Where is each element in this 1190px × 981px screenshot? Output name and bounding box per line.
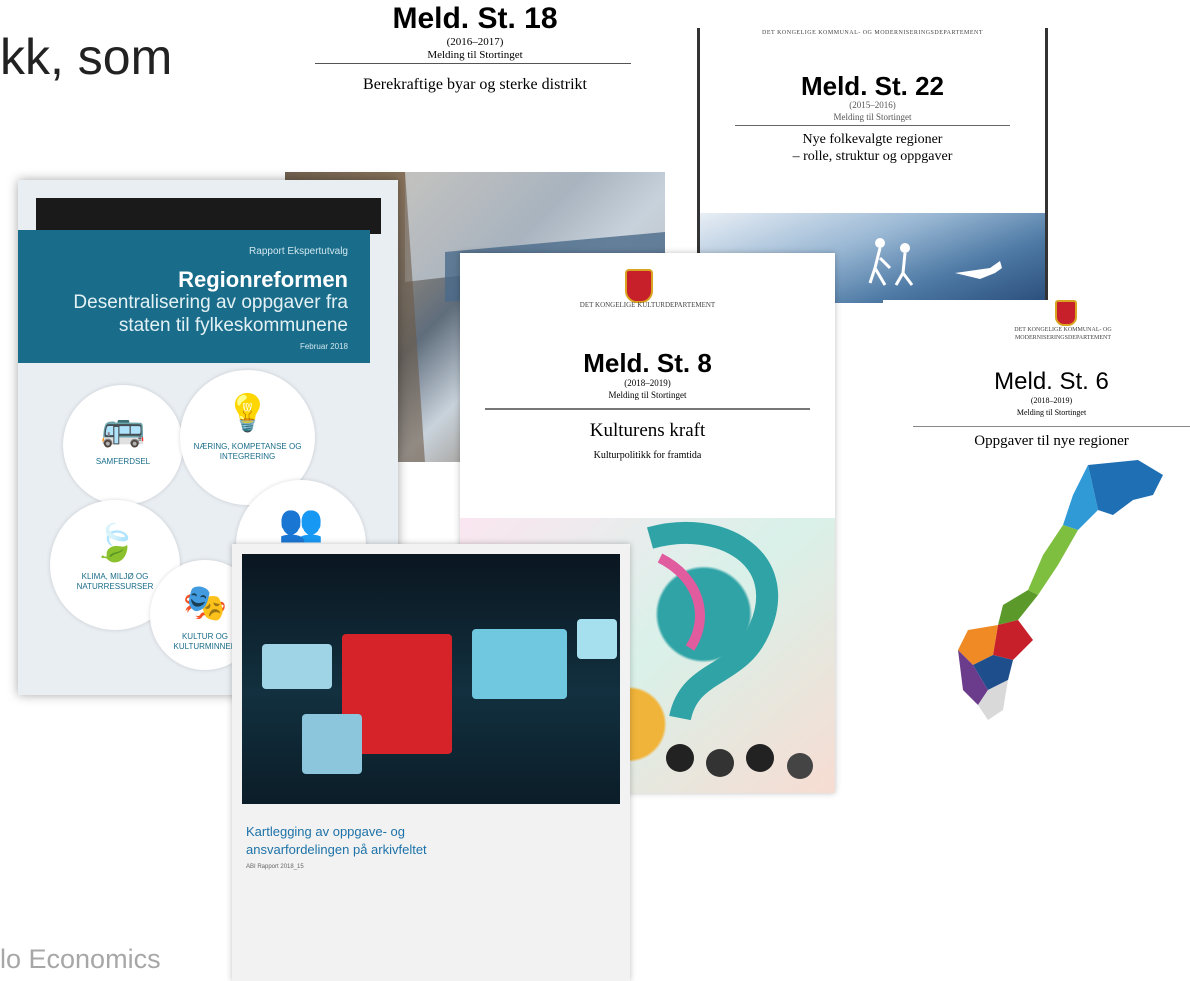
coat-of-arms-icon: [625, 269, 653, 303]
slide-title: kk, som: [0, 29, 173, 85]
report-title: Berekraftige byar og sterke distrikt: [363, 76, 587, 93]
publisher-label: Rapport Ekspertutvalg: [249, 246, 348, 257]
divider: [315, 63, 631, 64]
report-subtitle: Melding til Stortinget: [427, 49, 523, 61]
slide-footer: lo Economics: [0, 944, 161, 974]
department-label: DET KONGELIGE KULTURDEPARTEMENT: [579, 301, 716, 309]
report-title: Oppgaver til nye regioner: [974, 433, 1129, 449]
cover-meld-st-18: Meld. St. 18 (2016–2017) Melding til Sto…: [300, 0, 650, 106]
report-number: Meld. St. 22: [800, 71, 945, 101]
department-label: DET KONGELIGE KOMMUNAL- OG MODERNISERING…: [762, 30, 983, 36]
report-years: (2018–2019): [624, 378, 671, 388]
report-date: Februar 2018: [299, 342, 348, 351]
folder-icon: [577, 619, 617, 659]
report-subtitle-line2: staten til fylkeskommunene: [118, 315, 348, 336]
folders-artwork: [242, 554, 620, 804]
people-icon: 👥: [278, 502, 324, 543]
leaf-icon: 🍃: [92, 522, 138, 563]
folder-icon: [302, 714, 362, 774]
bus-icon: 🚌: [100, 407, 146, 448]
report-title: Regionreformen: [178, 267, 348, 292]
title-band: Rapport Ekspertutvalg Regionreformen Des…: [18, 230, 370, 363]
report-subtitle: Melding til Stortinget: [833, 112, 912, 122]
divider: [913, 426, 1190, 427]
report-number: Meld. St. 18: [392, 2, 558, 35]
report-title-line1: Nye folkevalgte regioner: [802, 132, 943, 147]
top-bar: [36, 198, 381, 234]
norway-map-icon: [958, 460, 1163, 720]
cover-meld-st-6: DET KONGELIGE KOMMUNAL- OG MODERNISERING…: [883, 300, 1190, 730]
coat-of-arms-icon: [1055, 300, 1077, 326]
report-title-line2: – rolle, struktur og oppgaver: [792, 149, 953, 164]
report-number: ABI Rapport 2018_15: [246, 864, 304, 870]
report-years: (2015–2016): [849, 100, 896, 110]
report-number: Meld. St. 6: [994, 368, 1109, 395]
divider: [485, 408, 810, 410]
folder-icon: [262, 644, 332, 689]
lightbulb-icon: 💡: [225, 392, 270, 433]
divider: [735, 125, 1010, 126]
report-subtitle-line1: Desentralisering av oppgaver fra: [73, 292, 348, 313]
report-years: (2018–2019): [1030, 396, 1073, 405]
report-secondary-title: Kulturpolitikk for framtida: [593, 450, 702, 461]
report-subtitle: Melding til Stortinget: [1016, 408, 1087, 417]
department-label: DET KONGELIGE KOMMUNAL- OG MODERNISERING…: [1014, 327, 1112, 341]
report-years: (2016–2017): [446, 36, 504, 48]
cover-arkiv-rapport: Kartlegging av oppgave- og ansvarfordeli…: [232, 544, 630, 981]
report-title: Kulturens kraft: [589, 420, 706, 441]
report-title-line1: Kartlegging av oppgave- og: [246, 824, 406, 839]
folder-icon: [472, 629, 567, 699]
report-subtitle: Melding til Stortinget: [608, 390, 687, 400]
report-number: Meld. St. 8: [583, 348, 712, 378]
topic-circle-samferdsel: 🚌 SAMFERDSEL: [63, 385, 183, 505]
report-title-line2: ansvarfordelingen på arkivfeltet: [246, 842, 427, 857]
